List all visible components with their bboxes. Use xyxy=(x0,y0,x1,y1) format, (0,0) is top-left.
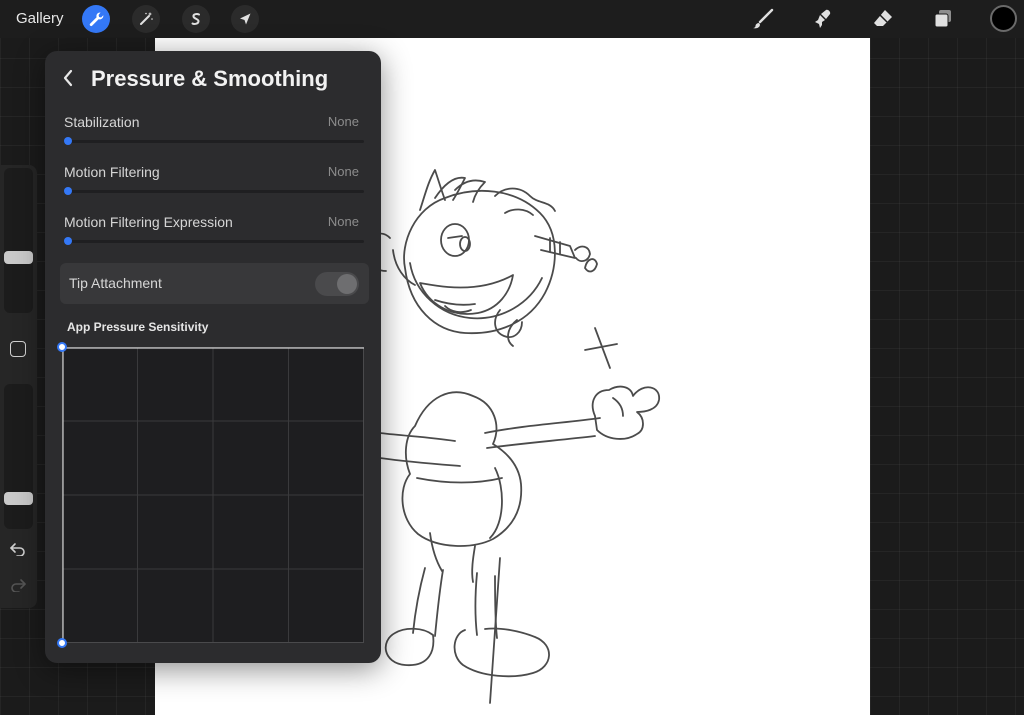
opacity-slider-thumb[interactable] xyxy=(4,492,33,506)
motion-filtering-slider[interactable] xyxy=(64,190,364,193)
stabilization-label: Stabilization xyxy=(64,114,140,130)
layers-icon xyxy=(934,10,951,28)
curve-start-point[interactable] xyxy=(57,342,67,352)
brush-tool[interactable] xyxy=(748,5,778,33)
wrench-icon xyxy=(89,12,104,27)
motion-filtering-expression-slider[interactable] xyxy=(64,240,364,243)
smudge-tool[interactable] xyxy=(808,5,838,33)
motion-filtering-slider-knob[interactable] xyxy=(64,187,72,195)
magic-wand-icon xyxy=(140,12,153,25)
motion-filtering-expression-label: Motion Filtering Expression xyxy=(64,214,233,230)
brush-size-slider-thumb[interactable] xyxy=(4,251,33,265)
stabilization-value: None xyxy=(327,114,359,129)
transform-button[interactable] xyxy=(231,5,259,33)
redo-icon[interactable] xyxy=(9,578,27,592)
tip-attachment-label: Tip Attachment xyxy=(69,275,162,291)
motion-filtering-expression-slider-knob[interactable] xyxy=(64,237,72,245)
layers-tool[interactable] xyxy=(928,5,958,33)
pressure-curve-svg xyxy=(62,347,364,643)
undo-icon[interactable] xyxy=(9,542,27,556)
pressure-smoothing-panel: Pressure & Smoothing Stabilization None … xyxy=(45,51,381,663)
smudge-icon xyxy=(815,9,831,28)
selection-button[interactable] xyxy=(182,5,210,33)
curve-end-point[interactable] xyxy=(57,638,67,648)
back-chevron-icon[interactable] xyxy=(62,69,74,87)
pressure-graph-label: App Pressure Sensitivity xyxy=(67,320,209,334)
eraser-icon xyxy=(874,10,892,26)
brush-icon xyxy=(753,8,774,29)
stabilization-slider-knob[interactable] xyxy=(64,137,72,145)
transform-arrow-icon xyxy=(240,13,251,25)
stabilization-slider[interactable] xyxy=(64,140,364,143)
eraser-tool[interactable] xyxy=(868,5,898,33)
actions-wrench-button[interactable] xyxy=(82,5,110,33)
toggle-knob xyxy=(337,274,357,294)
pressure-curve-graph[interactable] xyxy=(57,342,364,648)
adjustments-button[interactable] xyxy=(132,5,160,33)
opacity-slider[interactable] xyxy=(4,384,33,529)
motion-filtering-label: Motion Filtering xyxy=(64,164,160,180)
tip-attachment-row: Tip Attachment xyxy=(60,263,369,304)
top-toolbar: Gallery xyxy=(0,0,1024,38)
tip-attachment-toggle[interactable] xyxy=(315,272,359,296)
color-picker-button[interactable] xyxy=(990,5,1017,32)
left-sidebar xyxy=(0,165,37,608)
gallery-button[interactable]: Gallery xyxy=(16,10,64,27)
motion-filtering-expression-value: None xyxy=(327,214,359,229)
selection-icon xyxy=(191,13,200,25)
panel-title: Pressure & Smoothing xyxy=(91,66,329,91)
motion-filtering-value: None xyxy=(327,164,359,179)
brush-size-slider[interactable] xyxy=(4,168,33,313)
modify-button[interactable] xyxy=(10,341,26,357)
